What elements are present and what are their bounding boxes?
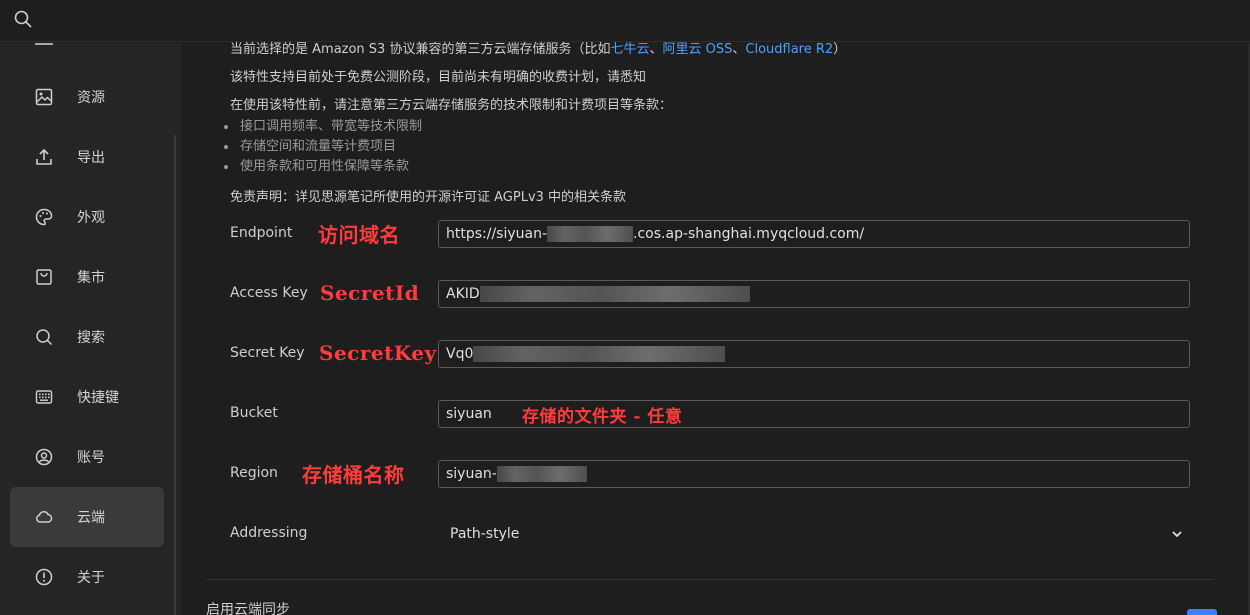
sidebar-item-assets[interactable]: 资源 [10, 67, 164, 127]
redacted-blur [473, 346, 726, 362]
list-item-text: 使用条款和可用性保障等条款 [240, 159, 410, 174]
enable-sync-toggle[interactable] [1187, 609, 1217, 615]
sidebar-item-label: 导出 [77, 150, 105, 166]
sidebar-item-export[interactable]: 导出 [10, 127, 164, 187]
search-icon[interactable] [13, 9, 33, 29]
sidebar-item-label: 关于 [77, 570, 105, 586]
access-key-value: AKID [446, 286, 480, 302]
list-item: 存储空间和流量等计费项目 [224, 137, 422, 157]
user-icon [35, 448, 53, 466]
cloud-settings-panel: 当前选择的是 Amazon S3 协议兼容的第三方云端存储服务（比如七牛云、阿里… [182, 42, 1250, 615]
keyboard-icon [35, 388, 53, 406]
palette-icon [35, 208, 53, 226]
intro-line-beta: 该特性支持目前处于免费公测阶段，目前尚未有明确的收费计划，请悉知 [230, 70, 647, 85]
sidebar-item-label: 快捷键 [77, 390, 119, 406]
cloudflare-r2-link[interactable]: Cloudflare R2 [745, 42, 833, 57]
secret-key-label: Secret Key [230, 345, 305, 361]
addressing-value: Path-style [450, 526, 520, 542]
endpoint-label: Endpoint [230, 225, 293, 241]
region-label: Region [230, 465, 278, 481]
sidebar-item-label: 搜索 [77, 330, 105, 346]
endpoint-value-prefix: https://siyuan- [446, 226, 548, 242]
secret-key-input[interactable]: Vq0 [438, 340, 1190, 368]
endpoint-value-suffix: .cos.ap-shanghai.myqcloud.com/ [633, 226, 865, 242]
addressing-label: Addressing [230, 525, 308, 541]
search-icon [35, 328, 53, 346]
cloud-icon [35, 508, 53, 526]
enable-sync-label: 启用云端同步 [206, 602, 290, 615]
access-key-input[interactable]: AKID [438, 280, 1190, 308]
secret-key-value: Vq0 [446, 346, 474, 362]
access-key-label: Access Key [230, 285, 308, 301]
addressing-select[interactable]: Path-style [438, 520, 1190, 548]
qiniu-link[interactable]: 七牛云 [610, 42, 649, 57]
redacted-blur [479, 286, 750, 302]
list-item: 接口调用频率、带宽等技术限制 [224, 117, 423, 137]
disclaimer: 免责声明：详见思源笔记所使用的开源许可证 AGPLv3 中的相关条款 [230, 190, 627, 205]
sidebar-item-about[interactable]: 关于 [10, 547, 164, 607]
intro-text: 当前选择的是 Amazon S3 协议兼容的第三方云端存储服务（比如 [230, 42, 611, 57]
sidebar-item-label: 外观 [77, 210, 105, 226]
info-icon [35, 568, 53, 586]
access-key-annotation: SecretId [320, 281, 420, 305]
list-item: 使用条款和可用性保障等条款 [224, 157, 422, 177]
top-bar [0, 0, 1250, 42]
sidebar-item-keymap[interactable]: 快捷键 [10, 367, 164, 427]
aliyun-oss-link[interactable]: 阿里云 OSS [663, 42, 733, 57]
sidebar-item-account[interactable]: 账号 [10, 427, 164, 487]
endpoint-input[interactable]: https://siyuan- .cos.ap-shanghai.myqcloud… [438, 220, 1190, 248]
region-input[interactable]: siyuan- [438, 460, 1190, 488]
sidebar-scrollbar[interactable] [174, 135, 176, 615]
intro-line-providers: 当前选择的是 Amazon S3 协议兼容的第三方云端存储服务（比如七牛云、阿里… [230, 38, 846, 57]
separator: 、 [732, 42, 746, 57]
endpoint-annotation: 访问域名 [318, 223, 400, 247]
terms-list: 接口调用频率、带宽等技术限制 存储空间和流量等计费项目 使用条款和可用性保障等条… [224, 117, 423, 177]
sidebar-item-appearance[interactable]: 外观 [10, 187, 164, 247]
separator: 、 [649, 42, 663, 57]
list-item-text: 存储空间和流量等计费项目 [240, 139, 397, 154]
sidebar-item-label: 账号 [77, 450, 105, 466]
sidebar-item-search[interactable]: 搜索 [10, 307, 164, 367]
redacted-blur [496, 466, 587, 482]
region-annotation: 存储桶名称 [302, 463, 405, 487]
bucket-label: Bucket [230, 405, 278, 421]
bucket-annotation: 存储的文件夹 - 任意 [522, 407, 683, 427]
region-value: siyuan- [446, 466, 497, 482]
sidebar-item-cloud[interactable]: 云端 [10, 487, 164, 547]
upload-icon [35, 148, 53, 166]
intro-line-notice: 在使用该特性前，请注意第三方云端存储服务的技术限制和计费项目等条款： [230, 98, 673, 113]
sidebar-item-label: 集市 [77, 270, 105, 286]
settings-sidebar: 资源 导出 外观 集市 搜索 快捷键 账号 云端 关于 [0, 43, 182, 615]
bucket-value: siyuan [446, 406, 492, 422]
image-icon [35, 88, 53, 106]
sidebar-item-label: 资源 [77, 90, 105, 106]
divider [206, 579, 1214, 580]
bag-icon [35, 268, 53, 286]
chevron-down-icon [1172, 531, 1182, 538]
sidebar-item-label: 云端 [77, 510, 105, 526]
redacted-blur [547, 226, 634, 242]
sidebar-item-bazaar[interactable]: 集市 [10, 247, 164, 307]
list-item-text: 接口调用频率、带宽等技术限制 [240, 119, 423, 134]
intro-text: ） [833, 42, 847, 57]
secret-key-annotation: SecretKey [319, 341, 437, 365]
partial-menu-icon [35, 43, 53, 45]
